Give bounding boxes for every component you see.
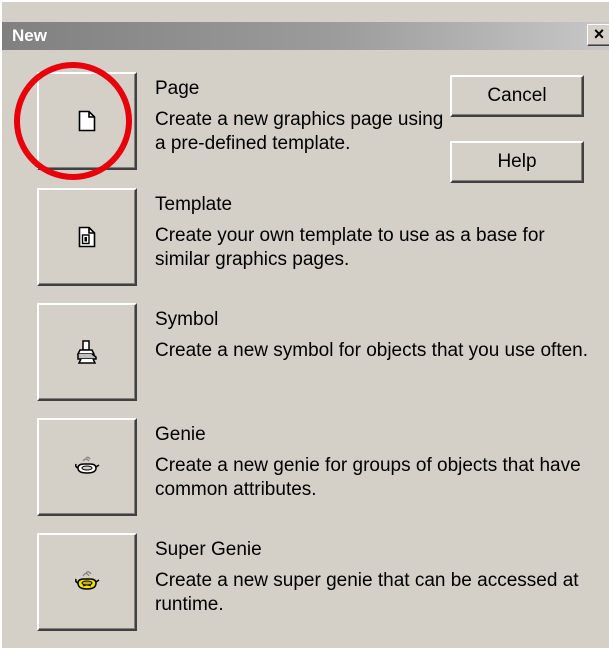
template-icon <box>78 226 96 248</box>
item-title-super-genie: Super Genie <box>155 539 262 560</box>
dialog-title: New <box>12 26 47 45</box>
super-genie-icon <box>75 571 100 590</box>
item-title-symbol: Symbol <box>155 309 219 330</box>
annotation-circle <box>14 62 132 180</box>
item-description-super-genie: Create a new super genie that can be acc… <box>155 570 579 615</box>
new-genie-button[interactable] <box>37 418 137 516</box>
symbol-icon <box>76 340 97 364</box>
cancel-button[interactable]: Cancel <box>450 75 584 117</box>
item-title-genie: Genie <box>155 424 206 445</box>
item-title-template: Template <box>155 194 233 215</box>
item-title-page: Page <box>155 78 200 99</box>
item-description-genie: Create a new genie for groups of objects… <box>155 455 581 500</box>
help-button[interactable]: Help <box>450 141 584 183</box>
item-description-symbol: Create a new symbol for objects that you… <box>155 340 589 361</box>
item-description-template: Create your own template to use as a bas… <box>155 225 545 270</box>
title-bar: New × <box>2 22 609 50</box>
close-button[interactable]: × <box>587 24 609 46</box>
new-template-button[interactable] <box>37 188 137 286</box>
close-icon: × <box>593 24 605 44</box>
new-super-genie-button[interactable] <box>37 533 137 631</box>
genie-icon <box>75 456 100 474</box>
item-description-page: Create a new graphics page using a pre-d… <box>155 109 444 154</box>
new-symbol-button[interactable] <box>37 303 137 401</box>
new-dialog: New × Page Create a new graphics page us… <box>0 0 609 648</box>
